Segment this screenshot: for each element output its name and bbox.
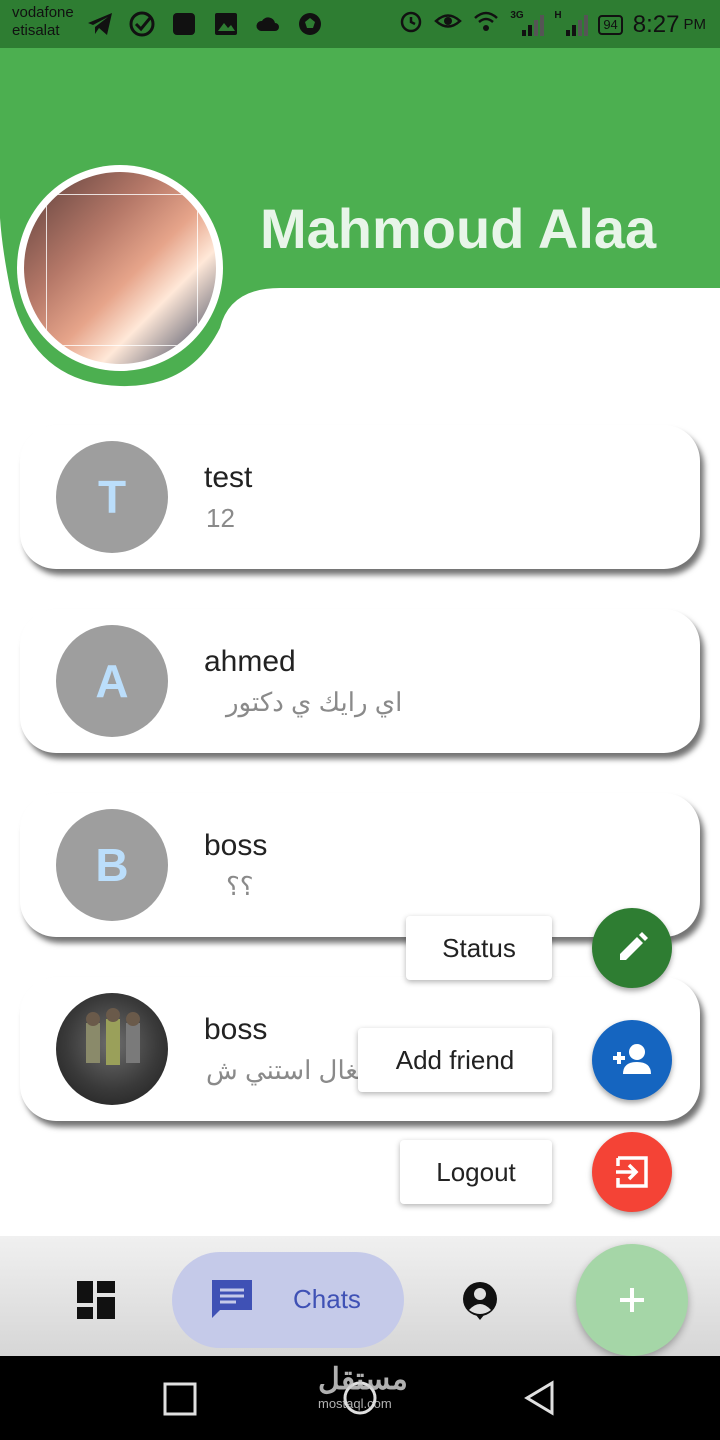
chat-item[interactable]: A ahmed اي رايك ي دكتور	[20, 609, 700, 753]
chat-name: ahmed	[204, 645, 296, 678]
watermark-logo: مستقل	[318, 1363, 408, 1396]
signal-3g-icon: 3G	[510, 9, 545, 38]
logout-menu-label[interactable]: Logout	[400, 1140, 552, 1204]
notification-icons	[86, 10, 324, 38]
carrier-2: etisalat	[12, 22, 60, 39]
chat-last-message: شغال استني ش	[206, 1055, 380, 1085]
status-fab[interactable]	[592, 908, 672, 988]
chat-item[interactable]: B boss ؟؟	[20, 793, 700, 937]
carrier-names: vodafone etisalat	[12, 4, 74, 40]
pencil-icon	[620, 932, 648, 960]
main-fab[interactable]	[576, 1244, 688, 1356]
chat-avatar: B	[56, 809, 168, 921]
status-indicators: 3G H 94 8:27 PM	[398, 8, 706, 41]
network-type-1: 3G	[510, 9, 524, 21]
signal-h-icon: H	[554, 9, 589, 38]
chat-avatar: T	[56, 441, 168, 553]
chat-avatar: A	[56, 625, 168, 737]
add-person-icon	[613, 1044, 651, 1074]
logout-fab[interactable]	[592, 1132, 672, 1212]
chat-bubble-icon	[212, 1280, 252, 1318]
logout-icon	[616, 1156, 648, 1188]
chats-nav-label: Chats	[293, 1284, 361, 1314]
plus-icon	[620, 1288, 644, 1312]
add-friend-menu-label[interactable]: Add friend	[358, 1028, 552, 1092]
chats-nav-button[interactable]: Chats	[172, 1252, 404, 1348]
chat-name: test	[204, 461, 253, 494]
chat-last-message: اي رايك ي دكتور	[226, 687, 403, 717]
chat-avatar-photo	[56, 993, 168, 1105]
football-icon	[296, 10, 324, 38]
eye-icon	[434, 8, 463, 41]
clock-ampm: PM	[683, 16, 707, 33]
status-menu-label[interactable]: Status	[406, 916, 552, 980]
recents-button[interactable]	[163, 1382, 197, 1421]
alarm-icon	[398, 8, 424, 41]
watermark-url: mostaql.com	[318, 1396, 392, 1411]
system-navigation-bar: مستقل mostaql.com	[0, 1356, 720, 1440]
group-photo-icon	[86, 1008, 140, 1065]
carrier-1: vodafone	[12, 4, 74, 21]
wifi-icon	[472, 8, 500, 41]
chat-last-message: 12	[206, 503, 235, 533]
chat-name: boss	[204, 1013, 268, 1046]
cloud-icon	[254, 10, 282, 38]
status-bar: vodafone etisalat 3G H 94 8:27 PM	[0, 0, 720, 48]
profile-name: Mahmoud Alaa	[260, 197, 657, 260]
gallery-icon	[212, 10, 240, 38]
profile-avatar-frame	[46, 194, 198, 346]
battery-indicator: 94	[598, 14, 623, 35]
dashboard-nav-button[interactable]	[76, 1280, 116, 1320]
back-button[interactable]	[522, 1380, 558, 1421]
app-square-icon	[170, 10, 198, 38]
telegram-icon	[86, 10, 114, 38]
chat-last-message: ؟؟	[226, 871, 254, 901]
check-circle-icon	[128, 10, 156, 38]
square-icon	[163, 1382, 197, 1416]
dashboard-icon	[77, 1281, 115, 1319]
profile-avatar[interactable]	[24, 172, 216, 364]
account-circle-icon	[463, 1282, 497, 1320]
back-triangle-icon	[524, 1380, 554, 1416]
chat-name: boss	[204, 829, 268, 862]
network-type-2: H	[554, 9, 562, 21]
profile-nav-button[interactable]	[460, 1280, 500, 1320]
add-friend-fab[interactable]	[592, 1020, 672, 1100]
chat-item[interactable]: T test 12	[20, 425, 700, 569]
clock: 8:27	[632, 10, 680, 38]
